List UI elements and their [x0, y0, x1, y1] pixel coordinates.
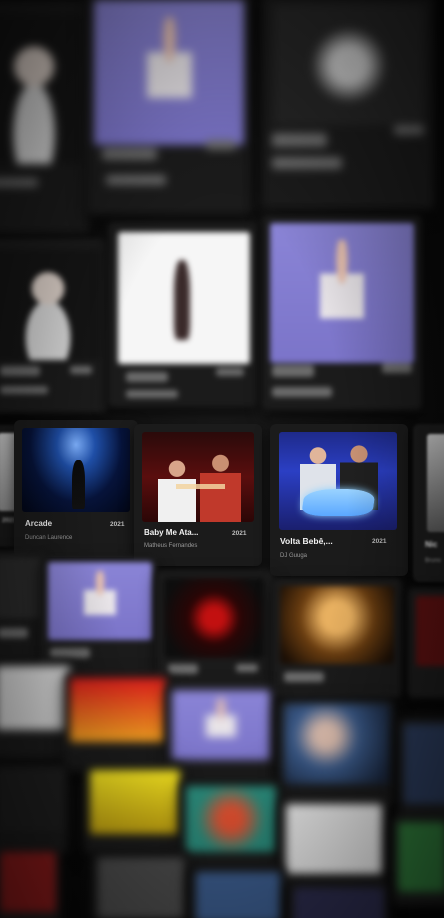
album-artist: DJ Guuga	[280, 553, 308, 559]
album-cover	[0, 558, 42, 618]
album-card[interactable]	[0, 846, 60, 918]
album-card[interactable]	[190, 866, 284, 918]
album-title: Baby Me Ata...	[144, 528, 199, 537]
album-cover	[294, 888, 384, 918]
album-title: Volta Bebê,...	[280, 536, 333, 546]
album-cover	[280, 586, 394, 664]
album-card[interactable]	[408, 588, 444, 698]
album-card[interactable]	[280, 798, 386, 888]
album-cover	[284, 704, 390, 784]
album-card[interactable]	[392, 816, 444, 906]
album-cover	[398, 822, 444, 892]
album-card[interactable]	[272, 578, 402, 698]
album-cover	[98, 858, 184, 918]
album-artist: Duncan Laurence	[25, 535, 73, 541]
album-card-partial-right[interactable]: Nic Bruno	[413, 424, 444, 582]
album-cover	[0, 250, 100, 360]
album-card[interactable]	[398, 718, 444, 828]
album-card[interactable]	[262, 215, 422, 410]
album-title: Arcade	[25, 519, 53, 528]
album-cover	[90, 770, 180, 834]
album-cover	[274, 5, 424, 125]
album-year: 2021	[372, 538, 387, 545]
album-cover	[427, 434, 444, 532]
album-card-arcade[interactable]: Arcade 2021 Duncan Laurence	[14, 420, 138, 557]
album-cover	[0, 852, 56, 912]
album-cover-baby-me-atende	[142, 432, 254, 522]
album-card[interactable]	[180, 780, 280, 870]
album-cover	[0, 666, 70, 730]
album-cover	[172, 690, 270, 760]
album-card[interactable]	[108, 222, 258, 407]
album-card[interactable]	[86, 0, 251, 215]
album-cover	[164, 578, 264, 658]
album-cover	[196, 872, 280, 918]
album-card[interactable]	[84, 764, 184, 854]
album-artist: Bruno	[425, 558, 442, 564]
album-cover	[404, 724, 444, 804]
album-cover	[270, 223, 414, 363]
album-card[interactable]	[64, 672, 170, 772]
album-year: 2021	[232, 530, 247, 537]
album-card[interactable]	[40, 556, 158, 676]
album-cover-volta-bebe	[279, 432, 397, 530]
album-cover	[0, 14, 82, 164]
album-grid-3d-view: 2021 Arcade 2021 Duncan Laurence Baby Me…	[0, 0, 444, 918]
album-cover-arcade	[22, 428, 130, 512]
album-card[interactable]	[288, 882, 388, 918]
album-card[interactable]	[262, 0, 434, 210]
album-cover	[94, 0, 244, 145]
album-cover	[118, 232, 250, 364]
album-card-baby-me-atende[interactable]: Baby Me Ata... 2021 Matheus Fernandes	[134, 424, 262, 566]
album-card[interactable]	[278, 698, 394, 808]
album-card[interactable]	[0, 238, 108, 413]
album-card[interactable]	[156, 570, 274, 690]
album-cover	[0, 770, 64, 830]
album-card-volta-bebe[interactable]: Volta Bebê,... 2021 DJ Guuga	[270, 424, 408, 576]
album-title: Nic	[425, 540, 438, 549]
album-card[interactable]	[0, 660, 74, 760]
album-cover	[286, 804, 382, 874]
album-cover	[48, 562, 152, 640]
album-artist: Matheus Fernandes	[144, 543, 198, 549]
album-cover	[70, 678, 166, 742]
album-card[interactable]	[92, 852, 188, 918]
album-card[interactable]	[0, 764, 68, 854]
album-cover	[416, 596, 444, 666]
album-year: 2021	[110, 521, 125, 528]
album-cover	[186, 786, 276, 852]
album-card[interactable]	[0, 0, 90, 235]
